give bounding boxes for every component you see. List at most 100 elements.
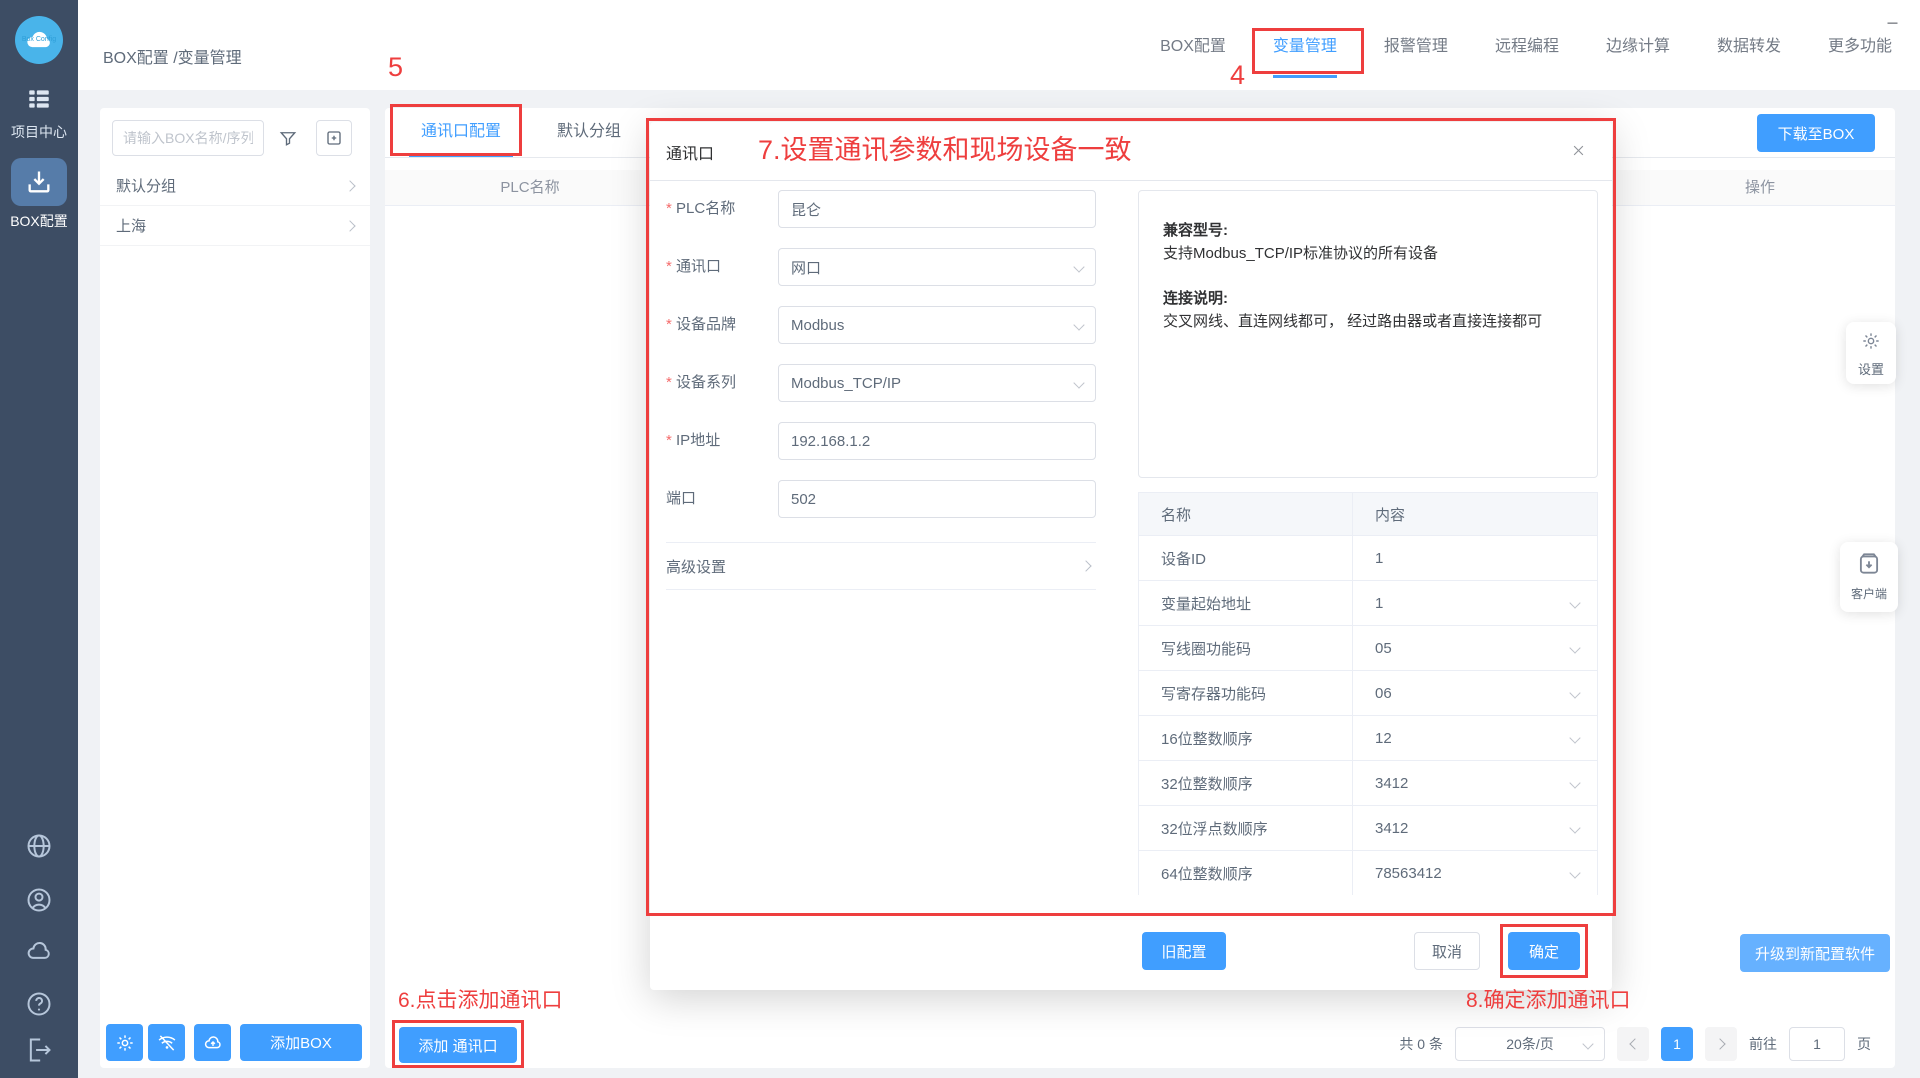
floating-settings-label: 设置 (1857, 362, 1884, 377)
group-row-shanghai[interactable]: 上海 (100, 206, 370, 246)
param-row-write-coil-code: 写线圈功能码 05 (1139, 625, 1597, 670)
param-value: 3412 (1375, 819, 1409, 837)
param-name: 32位整数顺序 (1139, 761, 1353, 805)
param-value: 3412 (1375, 774, 1409, 792)
nav-item-box-config[interactable]: BOX配置 (1160, 32, 1226, 78)
chevron-right-icon (344, 219, 356, 232)
top-nav: BOX配置 变量管理 报警管理 远程编程 边缘计算 数据转发 更多功能 (1160, 32, 1892, 78)
param-value-select[interactable]: 05 (1353, 626, 1597, 670)
download-to-box-button[interactable]: 下载至BOX (1757, 114, 1875, 152)
device-series-select[interactable]: Modbus_TCP/IP (778, 364, 1096, 402)
current-page-button[interactable]: 1 (1661, 1027, 1693, 1061)
confirm-button[interactable]: 确定 (1508, 932, 1580, 970)
tab-port-config[interactable]: 通讯口配置 (409, 108, 514, 157)
chevron-right-icon (1713, 1038, 1726, 1050)
minimize-icon[interactable] (1878, 8, 1906, 36)
connection-text: 交叉网线、直连网线都可， 经过路由器或者直接连接都可 (1163, 313, 1543, 330)
port-dialog: 通讯口 PLC名称 通讯口 网口 设备品牌 Modbus 设备系列 Modbus… (650, 122, 1612, 990)
param-row-write-register-code: 写寄存器功能码 06 (1139, 670, 1597, 715)
field-label: 端口 (666, 490, 697, 507)
port-type-select[interactable]: 网口 (778, 248, 1096, 286)
sidebar-item-box-config[interactable]: BOX配置 (0, 158, 78, 231)
dialog-close-icon[interactable] (1564, 136, 1592, 164)
nav-item-edge-computing[interactable]: 边缘计算 (1606, 32, 1670, 78)
field-device-series: 设备系列 Modbus_TCP/IP (666, 364, 1096, 402)
field-label: 设备品牌 (666, 306, 736, 344)
param-value-select[interactable]: 3412 (1353, 806, 1597, 850)
old-config-button[interactable]: 旧配置 (1142, 932, 1226, 970)
advanced-settings-row[interactable]: 高级设置 (666, 542, 1096, 590)
wifi-off-button[interactable] (148, 1024, 185, 1061)
param-value-select[interactable]: 06 (1353, 671, 1597, 715)
chevron-down-icon (1073, 261, 1085, 273)
param-table: 名称 内容 设备ID 1 变量起始地址 1 写线圈功能码 05 写寄存器功能码 … (1138, 492, 1598, 895)
param-value-select[interactable]: 12 (1353, 716, 1597, 760)
field-label: 设备系列 (666, 364, 736, 402)
user-icon[interactable] (25, 886, 53, 914)
nav-item-remote-programming[interactable]: 远程编程 (1495, 32, 1559, 78)
param-value-select[interactable]: 1 (1353, 581, 1597, 625)
param-value-select[interactable]: 3412 (1353, 761, 1597, 805)
goto-page-input[interactable] (1789, 1027, 1845, 1061)
param-value: 1 (1375, 549, 1384, 567)
cancel-button[interactable]: 取消 (1414, 932, 1480, 970)
column-header-plc-name: PLC名称 (500, 179, 560, 196)
compat-title: 兼容型号: (1163, 222, 1228, 239)
device-brand-select[interactable]: Modbus (778, 306, 1096, 344)
nav-item-variable-mgmt[interactable]: 变量管理 (1272, 32, 1337, 78)
active-tile (11, 158, 67, 206)
chevron-down-icon (1569, 732, 1581, 744)
sidebar-item-label: BOX配置 (10, 213, 68, 229)
dialog-title: 通讯口 (666, 146, 715, 163)
sidebar: Box Config 项目中心 BOX配置 (0, 0, 78, 1078)
nav-item-more-functions[interactable]: 更多功能 (1828, 32, 1892, 78)
chevron-down-icon (1569, 642, 1581, 654)
floating-client-button[interactable]: 客户端 (1840, 542, 1898, 612)
add-group-icon[interactable] (316, 120, 352, 156)
param-value-select[interactable]: 78563412 (1353, 851, 1597, 895)
param-name: 写寄存器功能码 (1139, 671, 1353, 715)
column-header-actions: 操作 (1744, 179, 1775, 196)
search-input[interactable] (112, 120, 264, 156)
prev-page-button[interactable] (1617, 1027, 1649, 1061)
field-plc-name: PLC名称 (666, 190, 1096, 228)
cloud-icon[interactable] (25, 938, 53, 966)
floating-settings-button[interactable]: 设置 (1846, 322, 1896, 384)
tab-default-group[interactable]: 默认分组 (545, 108, 633, 157)
box-download-icon (28, 171, 50, 193)
field-port-type: 通讯口 网口 (666, 248, 1096, 286)
compat-text: 支持Modbus_TCP/IP标准协议的所有设备 (1163, 245, 1439, 262)
help-icon[interactable] (25, 990, 53, 1018)
plc-name-input[interactable] (778, 190, 1096, 228)
next-page-button[interactable] (1705, 1027, 1737, 1061)
add-port-button[interactable]: 添加 通讯口 (399, 1027, 517, 1063)
cloud-upload-icon (204, 1035, 221, 1048)
select-value: 网口 (791, 259, 822, 277)
gear-icon (1863, 333, 1879, 349)
field-label: PLC名称 (666, 190, 735, 228)
connection-title: 连接说明: (1163, 290, 1228, 307)
wifi-off-icon (158, 1034, 175, 1051)
select-value: Modbus (791, 316, 845, 334)
settings-button[interactable] (106, 1024, 143, 1061)
group-row-default[interactable]: 默认分组 (100, 166, 370, 206)
nav-item-alarm-mgmt[interactable]: 报警管理 (1384, 32, 1448, 78)
ip-address-input[interactable] (778, 422, 1096, 460)
device-info-panel: 兼容型号: 支持Modbus_TCP/IP标准协议的所有设备 连接说明: 交叉网… (1138, 190, 1598, 478)
box-list-panel: 默认分组 上海 添加BOX (100, 108, 370, 1068)
chevron-right-icon (1080, 560, 1092, 572)
port-number-input[interactable] (778, 480, 1096, 518)
globe-icon[interactable] (25, 832, 53, 860)
cloud-upload-button[interactable] (194, 1024, 231, 1061)
sidebar-item-project-center[interactable]: 项目中心 (0, 86, 78, 142)
goto-label: 前往 (1749, 1036, 1777, 1052)
param-value: 1 (1375, 594, 1384, 612)
add-box-button[interactable]: 添加BOX (240, 1024, 362, 1061)
nav-item-data-forwarding[interactable]: 数据转发 (1717, 32, 1781, 78)
upgrade-software-button[interactable]: 升级到新配置软件 (1740, 934, 1890, 972)
logout-icon[interactable] (25, 1036, 53, 1064)
page-size-select[interactable]: 20条/页 (1455, 1027, 1605, 1061)
filter-icon[interactable] (270, 120, 306, 156)
chevron-down-icon (1582, 1038, 1594, 1050)
